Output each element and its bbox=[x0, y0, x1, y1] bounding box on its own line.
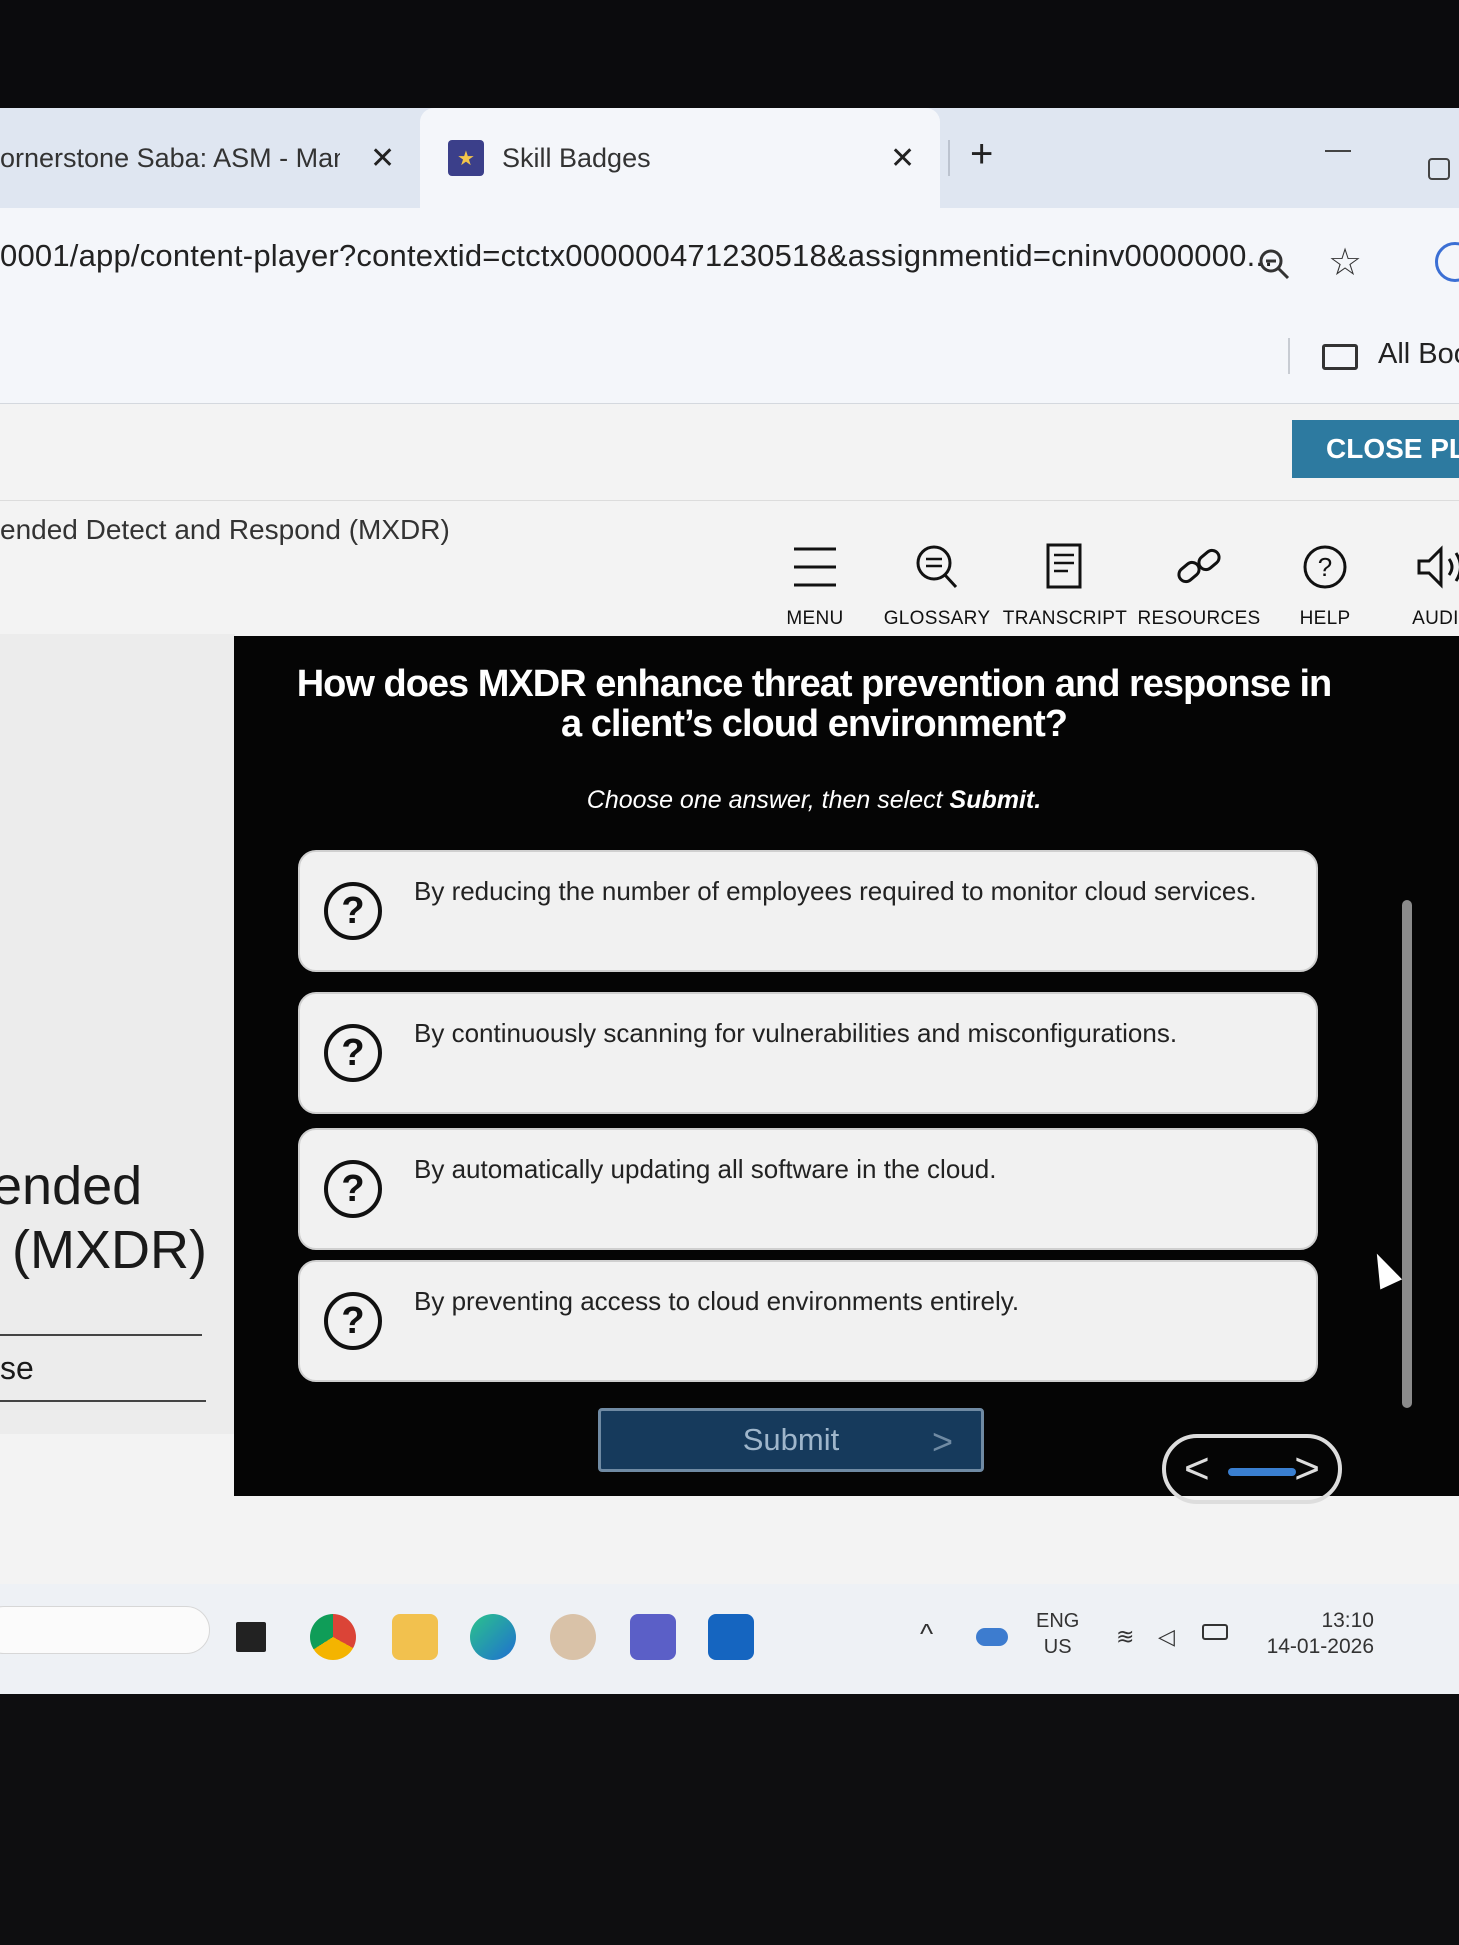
tab-skill-badges[interactable]: ★ Skill Badges ✕ bbox=[420, 108, 940, 208]
question-text: How does MXDR enhance threat prevention … bbox=[296, 663, 1333, 745]
folder-icon[interactable] bbox=[1322, 344, 1358, 370]
audio-icon bbox=[1417, 545, 1459, 589]
battery-icon[interactable] bbox=[1202, 1624, 1228, 1640]
question-mark-icon: ? bbox=[324, 1160, 382, 1218]
toolbar-menu[interactable]: MENU bbox=[750, 532, 880, 630]
question-mark-icon: ? bbox=[324, 882, 382, 940]
progress-bar bbox=[1228, 1468, 1296, 1476]
answer-option-text: By reducing the number of employees requ… bbox=[414, 876, 1257, 906]
task-view-icon[interactable] bbox=[236, 1622, 266, 1652]
resources-icon bbox=[1177, 548, 1221, 584]
volume-icon[interactable]: ◁ bbox=[1158, 1624, 1175, 1650]
submit-label: Submit bbox=[742, 1422, 840, 1457]
new-tab-button[interactable]: + bbox=[970, 132, 993, 177]
wifi-icon[interactable]: ≋ bbox=[1116, 1624, 1134, 1650]
answer-option[interactable]: ? By continuously scanning for vulnerabi… bbox=[298, 992, 1318, 1114]
tab-title: Skill Badges bbox=[502, 142, 651, 173]
onedrive-cloud-icon[interactable] bbox=[976, 1628, 1008, 1646]
instruction-action: Submit. bbox=[949, 786, 1042, 814]
answer-option-text: By automatically updating all software i… bbox=[414, 1154, 997, 1184]
sidebar-title-line: ended bbox=[0, 1156, 143, 1216]
answer-option-text: By preventing access to cloud environmen… bbox=[414, 1286, 1020, 1316]
menu-icon bbox=[794, 547, 836, 587]
sidebar-divider bbox=[0, 1400, 206, 1402]
clock-time: 13:10 bbox=[1321, 1609, 1374, 1632]
sidebar-divider bbox=[0, 1334, 202, 1336]
file-explorer-icon[interactable] bbox=[392, 1614, 438, 1660]
help-icon: ? bbox=[1303, 545, 1347, 589]
url-field[interactable]: 0001/app/content-player?contextid=ctctx0… bbox=[0, 238, 1273, 274]
language-indicator[interactable]: ENG US bbox=[1036, 1608, 1079, 1660]
tab-close-icon[interactable]: ✕ bbox=[890, 141, 915, 176]
laptop-bezel bbox=[0, 1694, 1459, 1945]
answer-option-text: By continuously scanning for vulnerabili… bbox=[414, 1018, 1178, 1048]
slide-navigation: < > bbox=[1162, 1434, 1342, 1504]
toolbar-transcript[interactable]: TRANSCRIPT bbox=[1000, 532, 1130, 630]
sidebar-title-line: (MXDR) bbox=[12, 1220, 207, 1280]
toolbar-label: HELP bbox=[1299, 608, 1351, 629]
instruction-text: Choose one answer, then select Submit. bbox=[294, 786, 1334, 815]
bookmark-star-icon[interactable]: ☆ bbox=[1328, 244, 1362, 282]
bookmarks-bar: All Boo bbox=[0, 308, 1459, 404]
clock-date: 14-01-2026 bbox=[1266, 1635, 1374, 1658]
profile-avatar-icon[interactable] bbox=[1435, 242, 1459, 282]
toolbar-resources[interactable]: RESOURCES bbox=[1134, 532, 1264, 630]
answer-option[interactable]: ? By preventing access to cloud environm… bbox=[298, 1260, 1318, 1382]
chrome-icon[interactable] bbox=[310, 1614, 356, 1660]
question-mark-icon: ? bbox=[324, 1292, 382, 1350]
tray-chevron-up-icon[interactable]: ^ bbox=[920, 1618, 933, 1650]
transcript-icon bbox=[1046, 543, 1082, 589]
question-mark-icon: ? bbox=[324, 1024, 382, 1082]
system-clock[interactable]: 13:10 14-01-2026 bbox=[1262, 1608, 1374, 1660]
answer-option[interactable]: ? By automatically updating all software… bbox=[298, 1128, 1318, 1250]
course-sidebar: ended (MXDR) se bbox=[0, 634, 235, 1434]
toolbar-label: MENU bbox=[786, 608, 844, 629]
scrollbar[interactable] bbox=[1402, 900, 1412, 1408]
tab-close-icon[interactable]: ✕ bbox=[370, 141, 395, 176]
lang-code: ENG bbox=[1036, 1610, 1080, 1632]
tab-cornerstone[interactable]: ornerstone Saba: ASM - Mana ✕ bbox=[0, 108, 420, 208]
glossary-icon bbox=[916, 545, 958, 589]
edge-icon[interactable] bbox=[470, 1614, 516, 1660]
restore-icon[interactable] bbox=[1428, 158, 1450, 180]
toolbar-label: TRANSCRIPT bbox=[1002, 608, 1128, 629]
next-slide-icon[interactable]: > bbox=[1294, 1444, 1320, 1494]
close-player-button[interactable]: CLOSE PLA bbox=[1292, 420, 1459, 478]
zoom-icon[interactable] bbox=[1258, 248, 1290, 280]
skill-badges-favicon-icon: ★ bbox=[448, 140, 484, 176]
windows-taskbar: ^ ENG US ≋ ◁ 13:10 14-01-2026 bbox=[0, 1584, 1459, 1694]
player-toolbar: MENU GLOSSARY TRANSCRIPT RESOURCES ? HEL… bbox=[750, 532, 1459, 642]
region-code: US bbox=[1043, 1636, 1072, 1658]
previous-slide-icon[interactable]: < bbox=[1184, 1444, 1210, 1494]
svg-text:?: ? bbox=[1318, 552, 1332, 582]
tab-title: ornerstone Saba: ASM - Mana bbox=[0, 142, 340, 173]
sidebar-item[interactable]: se bbox=[0, 1350, 34, 1387]
toolbar-help[interactable]: ? HELP bbox=[1260, 532, 1390, 630]
minimize-icon[interactable] bbox=[1325, 150, 1351, 152]
course-title: ended Detect and Respond (MXDR) bbox=[0, 514, 450, 545]
sidebar-course-title: ended (MXDR) bbox=[0, 1154, 207, 1282]
toolbar-label: GLOSSARY bbox=[883, 608, 991, 629]
toolbar-audio[interactable]: AUDIO bbox=[1378, 532, 1459, 630]
outlook-icon[interactable] bbox=[708, 1614, 754, 1660]
submit-button[interactable]: Submit > bbox=[598, 1408, 984, 1472]
instruction-prefix: Choose one answer, then select bbox=[586, 786, 950, 814]
teams-icon[interactable] bbox=[630, 1614, 676, 1660]
taskbar-search-input[interactable] bbox=[0, 1606, 210, 1654]
quiz-panel: How does MXDR enhance threat prevention … bbox=[234, 636, 1459, 1504]
toolbar-label: AUDIO bbox=[1412, 608, 1459, 629]
tab-separator bbox=[948, 140, 950, 176]
chevron-right-icon: > bbox=[931, 1421, 953, 1462]
browser-tab-strip: ornerstone Saba: ASM - Mana ✕ ★ Skill Ba… bbox=[0, 108, 1459, 208]
address-bar: 0001/app/content-player?contextid=ctctx0… bbox=[0, 208, 1459, 308]
all-bookmarks-link[interactable]: All Boo bbox=[1378, 338, 1459, 371]
bookmarks-separator bbox=[1288, 338, 1290, 374]
toolbar-label: RESOURCES bbox=[1137, 608, 1261, 629]
app-avatar-icon[interactable] bbox=[550, 1614, 596, 1660]
toolbar-glossary[interactable]: GLOSSARY bbox=[872, 532, 1002, 630]
header-divider bbox=[0, 500, 1459, 501]
answer-option[interactable]: ? By reducing the number of employees re… bbox=[298, 850, 1318, 972]
